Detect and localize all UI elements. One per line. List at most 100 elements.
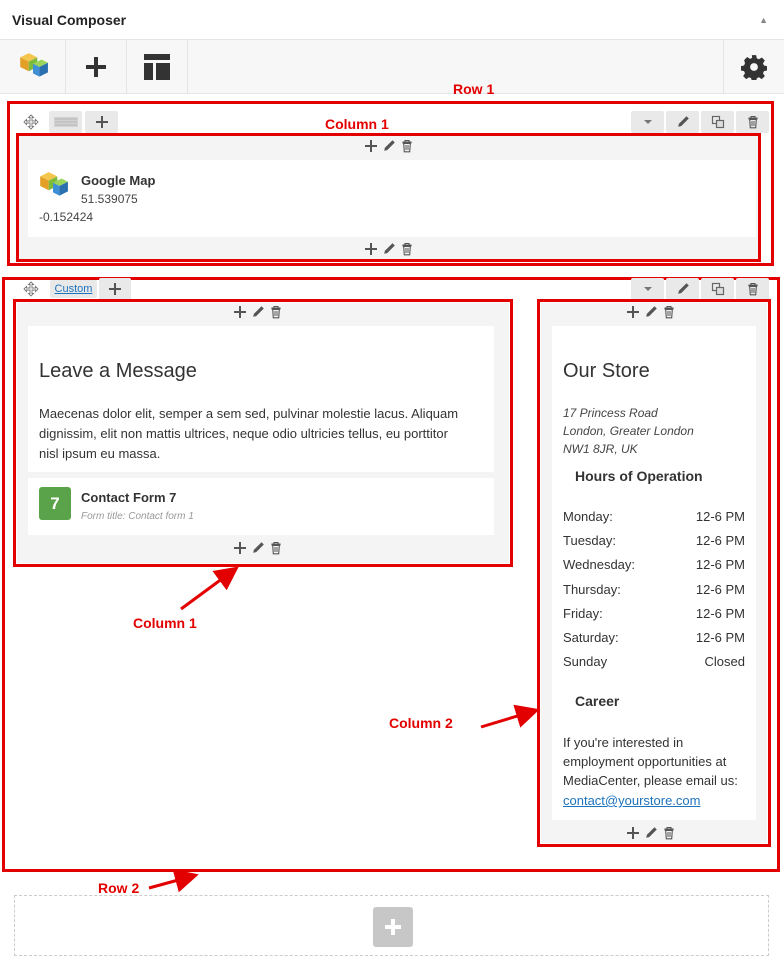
pencil-icon[interactable] xyxy=(382,139,396,153)
trash-icon[interactable] xyxy=(662,305,676,319)
trash-icon xyxy=(746,282,760,296)
move-icon xyxy=(23,281,39,297)
map-line-2: -0.152424 xyxy=(39,210,94,224)
trash-icon[interactable] xyxy=(269,305,283,319)
row-clone-button[interactable] xyxy=(701,278,734,300)
google-map-element[interactable]: Google Map 51.539075 -0.152424 xyxy=(28,160,756,237)
plus-icon[interactable] xyxy=(364,242,378,256)
row-delete-button[interactable] xyxy=(736,111,769,133)
row-move-handle[interactable] xyxy=(19,111,43,133)
move-icon xyxy=(23,114,39,130)
row-layout-icon xyxy=(53,117,78,127)
vc-logo-icon xyxy=(37,170,69,202)
hours-row: Saturday: 12-6 PM xyxy=(563,630,745,645)
row-move-handle[interactable] xyxy=(19,278,43,300)
plus-icon[interactable] xyxy=(233,305,247,319)
store-address-line: NW1 8JR, UK xyxy=(563,442,638,456)
column-bottom-controls xyxy=(233,541,283,555)
column-top-controls xyxy=(364,139,414,153)
hours-day: Wednesday: xyxy=(563,557,636,572)
plus-icon[interactable] xyxy=(626,826,640,840)
message-body-line: dignissim, elit non mattis ultrices, neq… xyxy=(39,426,448,441)
hours-row: Friday: 12-6 PM xyxy=(563,606,745,621)
hours-time: 12-6 PM xyxy=(695,509,745,524)
hours-time: 12-6 PM xyxy=(695,557,745,572)
clone-icon xyxy=(711,115,725,129)
store-email-link[interactable]: contact@yourstore.com xyxy=(563,793,700,808)
trash-icon xyxy=(746,115,760,129)
row-layout-button[interactable] xyxy=(49,111,82,133)
message-body-line: nisl ipsum eu massa. xyxy=(39,446,161,461)
vc-logo-icon xyxy=(17,51,49,83)
career-line: If you're interested in xyxy=(563,735,684,750)
hours-day: Saturday: xyxy=(563,630,619,645)
caret-up-icon[interactable]: ▲ xyxy=(759,15,768,25)
pencil-icon[interactable] xyxy=(251,305,265,319)
contact-form-element[interactable]: 7 Contact Form 7 Form title: Contact for… xyxy=(28,478,494,535)
column-top-controls xyxy=(626,305,676,319)
hours-row: Thursday: 12-6 PM xyxy=(563,582,745,597)
row-layout-custom-button[interactable]: Custom xyxy=(50,280,97,298)
plus-icon[interactable] xyxy=(364,139,378,153)
trash-icon[interactable] xyxy=(269,541,283,555)
annotation-arrow xyxy=(148,869,199,893)
panel-title: Visual Composer xyxy=(12,12,127,28)
plus-icon xyxy=(385,919,401,935)
pencil-icon[interactable] xyxy=(382,242,396,256)
composer-toolbar xyxy=(0,40,784,94)
row-add-column-button[interactable] xyxy=(99,278,131,300)
text-block-element[interactable]: Leave a Message Maecenas dolor elit, sem… xyxy=(28,326,494,472)
plus-icon xyxy=(108,282,122,296)
store-address-line: London, Greater London xyxy=(563,424,694,438)
annotation-row-2: Row 2 xyxy=(98,880,140,896)
hours-time: 12-6 PM xyxy=(695,533,745,548)
pencil-icon xyxy=(676,115,690,129)
element-title: Google Map xyxy=(81,173,156,188)
hours-row: Tuesday: 12-6 PM xyxy=(563,533,745,548)
row-add-column-button[interactable] xyxy=(85,111,118,133)
row-toggle-button[interactable] xyxy=(631,278,664,300)
hours-time: 12-6 PM xyxy=(695,582,745,597)
row-edit-button[interactable] xyxy=(666,278,699,300)
add-element-button[interactable] xyxy=(66,40,127,94)
message-body-line: Maecenas dolor elit, semper a sem sed, p… xyxy=(39,406,459,421)
career-line: MediaCenter, please email us: xyxy=(563,773,738,788)
clone-icon xyxy=(711,282,725,296)
hours-day: Tuesday: xyxy=(563,533,616,548)
vc-logo-button[interactable] xyxy=(0,40,66,94)
plus-icon[interactable] xyxy=(626,305,640,319)
plus-icon[interactable] xyxy=(233,541,247,555)
templates-button[interactable] xyxy=(127,40,188,94)
hours-row: Monday: 12-6 PM xyxy=(563,509,745,524)
annotation-row-1: Row 1 xyxy=(453,81,495,97)
hours-day: Friday: xyxy=(563,606,603,621)
pencil-icon[interactable] xyxy=(644,305,658,319)
annotation-row1-column-1: Column 1 xyxy=(325,116,389,132)
row-delete-button[interactable] xyxy=(736,278,769,300)
contact-form-badge: 7 xyxy=(39,487,71,520)
row-toggle-button[interactable] xyxy=(631,111,664,133)
annotation-row2-column-1: Column 1 xyxy=(133,615,197,631)
pencil-icon[interactable] xyxy=(251,541,265,555)
row-edit-button[interactable] xyxy=(666,111,699,133)
pencil-icon[interactable] xyxy=(644,826,658,840)
store-heading: Our Store xyxy=(563,360,650,382)
row-clone-button[interactable] xyxy=(701,111,734,133)
annotation-row2-column-2: Column 2 xyxy=(389,715,453,731)
hours-row: Wednesday: 12-6 PM xyxy=(563,557,745,572)
hours-day: Monday: xyxy=(563,509,613,524)
trash-icon[interactable] xyxy=(662,826,676,840)
column-bottom-controls xyxy=(364,242,414,256)
trash-icon[interactable] xyxy=(400,242,414,256)
settings-button[interactable] xyxy=(723,40,784,94)
column-bottom-controls xyxy=(626,826,676,840)
add-row-button[interactable] xyxy=(373,907,413,947)
hours-day: Thursday: xyxy=(563,582,621,597)
plus-icon xyxy=(86,57,106,77)
trash-icon[interactable] xyxy=(400,139,414,153)
hours-day: Sunday xyxy=(563,654,608,669)
layout-icon xyxy=(144,54,170,80)
add-row-area[interactable] xyxy=(14,895,769,956)
chevron-down-icon xyxy=(641,282,655,296)
gear-icon xyxy=(741,55,767,80)
